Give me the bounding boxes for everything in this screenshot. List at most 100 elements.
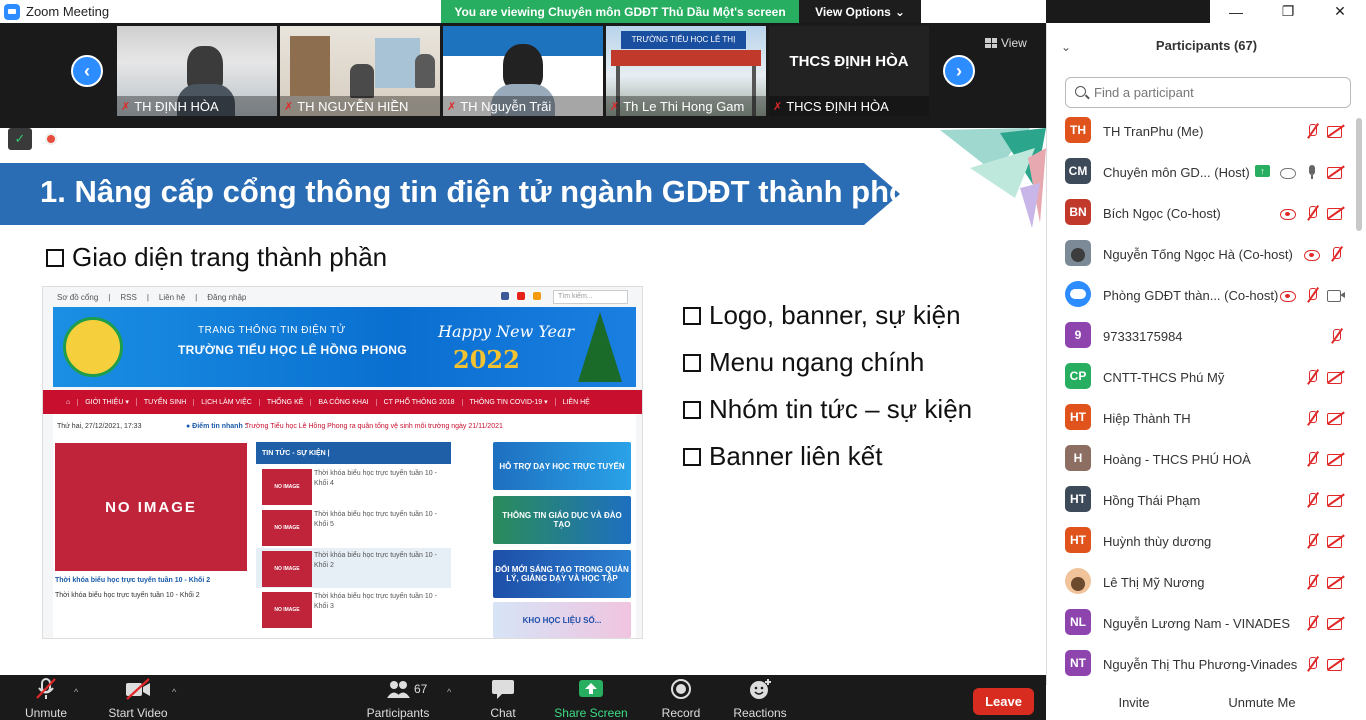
participant-row[interactable]: BN Bích Ngọc (Co-host) xyxy=(1047,193,1355,234)
avatar xyxy=(1065,568,1091,594)
invite-button[interactable]: Invite xyxy=(1112,689,1156,715)
view-options-button[interactable]: View Options ⌄ xyxy=(799,0,921,23)
mic-muted-icon[interactable] xyxy=(1303,574,1321,590)
security-shield-icon[interactable]: ✓ xyxy=(8,128,32,150)
link-banner: ĐỔI MỚI SÁNG TẠO TRONG QUẢN LÝ, GIẢNG DẠ… xyxy=(493,550,631,598)
video-off-icon[interactable] xyxy=(1327,533,1345,549)
mic-on-icon[interactable] xyxy=(1303,164,1321,180)
record-button[interactable]: Record xyxy=(656,675,706,720)
video-off-icon[interactable] xyxy=(1327,164,1345,180)
tile-name-label: ✗ TH ĐỊNH HÒA xyxy=(117,96,277,116)
video-off-icon[interactable] xyxy=(1327,451,1345,467)
gallery-prev-button[interactable]: ‹ xyxy=(71,55,103,87)
video-tile[interactable]: ✗ TH NGUYỄN HIỀN xyxy=(280,26,440,116)
mic-muted-icon[interactable] xyxy=(1303,492,1321,508)
video-off-icon[interactable] xyxy=(1327,574,1345,590)
video-off-icon[interactable] xyxy=(1327,492,1345,508)
video-tile[interactable]: ✗ TH Nguyễn Trãi xyxy=(443,26,603,116)
participant-search-input[interactable]: Find a participant xyxy=(1065,77,1351,108)
unmute-button[interactable]: Unmute xyxy=(20,675,72,720)
link-banner: HỖ TRỢ DẠY HỌC TRỰC TUYẾN xyxy=(493,442,631,490)
audio-options-caret-icon[interactable]: ^ xyxy=(74,687,78,697)
maximize-button[interactable]: ❐ xyxy=(1268,3,1308,20)
close-button[interactable]: ✕ xyxy=(1320,3,1360,20)
video-tile[interactable]: TRƯỜNG TIỂU HỌC LÊ THỊ HỒNG GẤM ✗Th Le T… xyxy=(606,26,766,116)
participant-name: Chuyên môn GD... (Host) xyxy=(1103,165,1250,180)
participant-row[interactable]: HT Hồng Thái Phạm xyxy=(1047,480,1355,521)
christmas-tree-icon xyxy=(578,312,622,382)
participant-row[interactable]: 9 97333175984 xyxy=(1047,316,1355,357)
chevron-right-icon: › xyxy=(956,60,962,81)
participant-row[interactable]: CP CNTT-THCS Phú Mỹ xyxy=(1047,357,1355,398)
reactions-button[interactable]: Reactions xyxy=(728,675,792,720)
mic-muted-icon[interactable] xyxy=(1303,287,1321,303)
view-button[interactable]: View xyxy=(985,36,1027,50)
mic-muted-icon: ✗ xyxy=(447,100,457,113)
reactions-icon xyxy=(750,679,771,699)
mic-muted-icon: ✗ xyxy=(773,100,783,113)
window-controls: — ❐ ✕ xyxy=(1210,0,1366,23)
participants-icon xyxy=(387,681,410,698)
mic-muted-icon[interactable] xyxy=(1303,205,1321,221)
participant-row[interactable]: H Hoàng - THCS PHÚ HOÀ xyxy=(1047,439,1355,480)
participant-name: Nguyễn Tống Ngọc Hà (Co-host) xyxy=(1103,247,1293,262)
participants-options-caret-icon[interactable]: ^ xyxy=(447,687,451,697)
slide-bullet: Menu ngang chính xyxy=(683,347,924,378)
video-options-caret-icon[interactable]: ^ xyxy=(172,687,176,697)
participant-row[interactable]: Nguyễn Tống Ngọc Hà (Co-host) xyxy=(1047,234,1355,275)
video-tile[interactable]: THCS ĐỊNH HÒA ✗ THCS ĐỊNH HÒA xyxy=(769,26,929,116)
mic-muted-icon[interactable] xyxy=(1303,123,1321,139)
mic-muted-icon[interactable] xyxy=(1303,533,1321,549)
video-off-icon[interactable] xyxy=(1327,205,1345,221)
video-off-icon[interactable] xyxy=(1327,656,1345,672)
share-screen-button[interactable]: Share Screen xyxy=(552,675,630,720)
news-item: NO IMAGE Thời khóa biểu học trực tuyến tu… xyxy=(256,589,451,629)
avatar xyxy=(1065,240,1091,266)
participant-row[interactable]: CM Chuyên môn GD... (Host) ↑ xyxy=(1047,152,1355,193)
mic-muted-icon[interactable] xyxy=(1303,451,1321,467)
zoom-app-icon xyxy=(4,3,20,20)
avatar: CP xyxy=(1065,363,1091,389)
mic-muted-icon[interactable] xyxy=(1303,656,1321,672)
participant-row[interactable]: TH TH TranPhu (Me) xyxy=(1047,111,1355,152)
avatar: CM xyxy=(1065,158,1091,184)
participants-scrollbar[interactable] xyxy=(1356,118,1362,231)
participant-name: TH TranPhu (Me) xyxy=(1103,124,1204,139)
gallery-next-button[interactable]: › xyxy=(943,55,975,87)
participant-row[interactable]: Phòng GDĐT thàn... (Co-host) xyxy=(1047,275,1355,316)
video-off-icon[interactable] xyxy=(1327,123,1345,139)
video-off-icon[interactable] xyxy=(1327,615,1345,631)
recording-icon xyxy=(1279,287,1297,303)
video-tile[interactable]: ✗ TH ĐỊNH HÒA xyxy=(117,26,277,116)
mic-muted-icon[interactable] xyxy=(1303,410,1321,426)
video-off-icon[interactable] xyxy=(1327,410,1345,426)
participant-row[interactable]: HT Hiệp Thành TH xyxy=(1047,398,1355,439)
unmute-me-button[interactable]: Unmute Me xyxy=(1224,689,1300,715)
meeting-toolbar: Unmute ^ Start Video ^ Participants 67 ^… xyxy=(0,675,1046,720)
site-date: Thứ hai, 27/12/2021, 17:33 xyxy=(57,423,142,430)
chat-button[interactable]: Chat xyxy=(480,675,526,720)
share-screen-icon xyxy=(579,680,603,697)
checkbox-bullet-icon xyxy=(46,248,64,267)
participants-panel: ⌄ Participants (67) Find a participant T… xyxy=(1046,23,1366,720)
minimize-button[interactable]: — xyxy=(1216,4,1256,20)
avatar: NT xyxy=(1065,650,1091,676)
leave-button[interactable]: Leave xyxy=(973,688,1034,715)
video-on-icon[interactable] xyxy=(1327,287,1345,303)
checkbox-bullet-icon xyxy=(683,447,701,466)
tile-name-label: ✗ TH Nguyễn Trãi xyxy=(443,96,603,116)
participant-row[interactable]: NT Nguyễn Thị Thu Phương-Vinades xyxy=(1047,644,1355,685)
video-off-icon[interactable] xyxy=(1327,369,1345,385)
participant-row[interactable]: NL Nguyễn Lương Nam - VINADES xyxy=(1047,603,1355,644)
mic-muted-icon[interactable] xyxy=(1303,369,1321,385)
participant-row[interactable]: HT Huỳnh thùy dương xyxy=(1047,521,1355,562)
mic-muted-icon[interactable] xyxy=(1303,615,1321,631)
tile-name-label: ✗ TH NGUYỄN HIỀN xyxy=(280,96,440,116)
shared-screen: 1. Nâng cấp cổng thông tin điện tử ngành… xyxy=(0,128,1046,675)
participant-row[interactable]: Lê Thị Mỹ Nương xyxy=(1047,562,1355,603)
banner-greeting: Happy New Year xyxy=(438,322,575,341)
mic-muted-icon[interactable] xyxy=(1327,328,1345,344)
mic-muted-icon[interactable] xyxy=(1327,246,1345,262)
participants-title: Participants (67) xyxy=(1155,38,1258,53)
start-video-button[interactable]: Start Video xyxy=(104,675,172,720)
